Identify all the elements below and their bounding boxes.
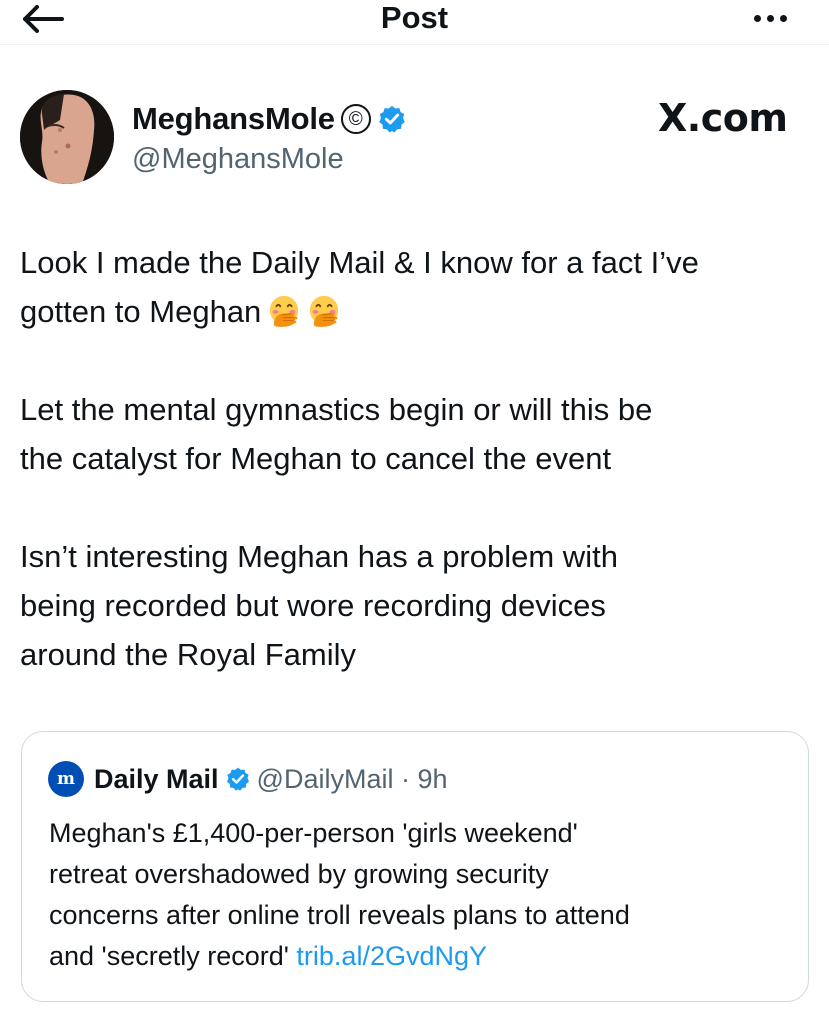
face-with-hand-over-mouth-emoji: [270, 295, 299, 327]
face-with-hand-over-mouth-emoji: [310, 295, 339, 327]
quoted-post-card[interactable]: m Daily Mail @DailyMail · 9h Meghan's £1…: [21, 731, 809, 1002]
post-paragraph: Let the mental gymnastics begin or will …: [20, 392, 653, 476]
avatar[interactable]: [20, 90, 114, 184]
daily-mail-logo-icon: m: [48, 761, 84, 797]
author-handle[interactable]: @MeghansMole: [132, 142, 407, 176]
quoted-post-text: Meghan's £1,400-per-person 'girls weeken…: [49, 813, 789, 977]
post-paragraph: Look I made the Daily Mail & I know for …: [20, 238, 820, 336]
top-bar: Post: [0, 0, 829, 44]
x-com-watermark: X.com: [658, 96, 788, 140]
verified-badge-icon: [379, 105, 405, 133]
quoted-author-name: Daily Mail: [94, 763, 219, 794]
more-options-button[interactable]: [742, 6, 798, 30]
more-dot: [779, 14, 787, 22]
post-paragraph-text: Look I made the Daily Mail & I know for …: [20, 245, 699, 329]
author-block: MeghansMole © @MeghansMole: [132, 98, 407, 176]
verified-badge-icon: [226, 767, 249, 791]
post-paragraph: Isn’t interesting Meghan has a problem w…: [20, 539, 618, 672]
header-divider: [0, 44, 829, 45]
more-horizontal-icon: [753, 14, 761, 22]
quoted-post-header: m Daily Mail @DailyMail · 9h: [48, 761, 448, 797]
author-display-name[interactable]: MeghansMole: [132, 101, 335, 137]
page-title: Post: [380, 0, 449, 35]
quoted-author-handle-time: @DailyMail · 9h: [256, 763, 448, 794]
more-dot: [766, 14, 774, 22]
avatar-image: [20, 90, 114, 184]
quoted-post-link[interactable]: trib.al/2GvdNgY: [296, 941, 487, 971]
copyright-icon: ©: [340, 104, 371, 134]
post-text: Look I made the Daily Mail & I know for …: [20, 238, 820, 679]
